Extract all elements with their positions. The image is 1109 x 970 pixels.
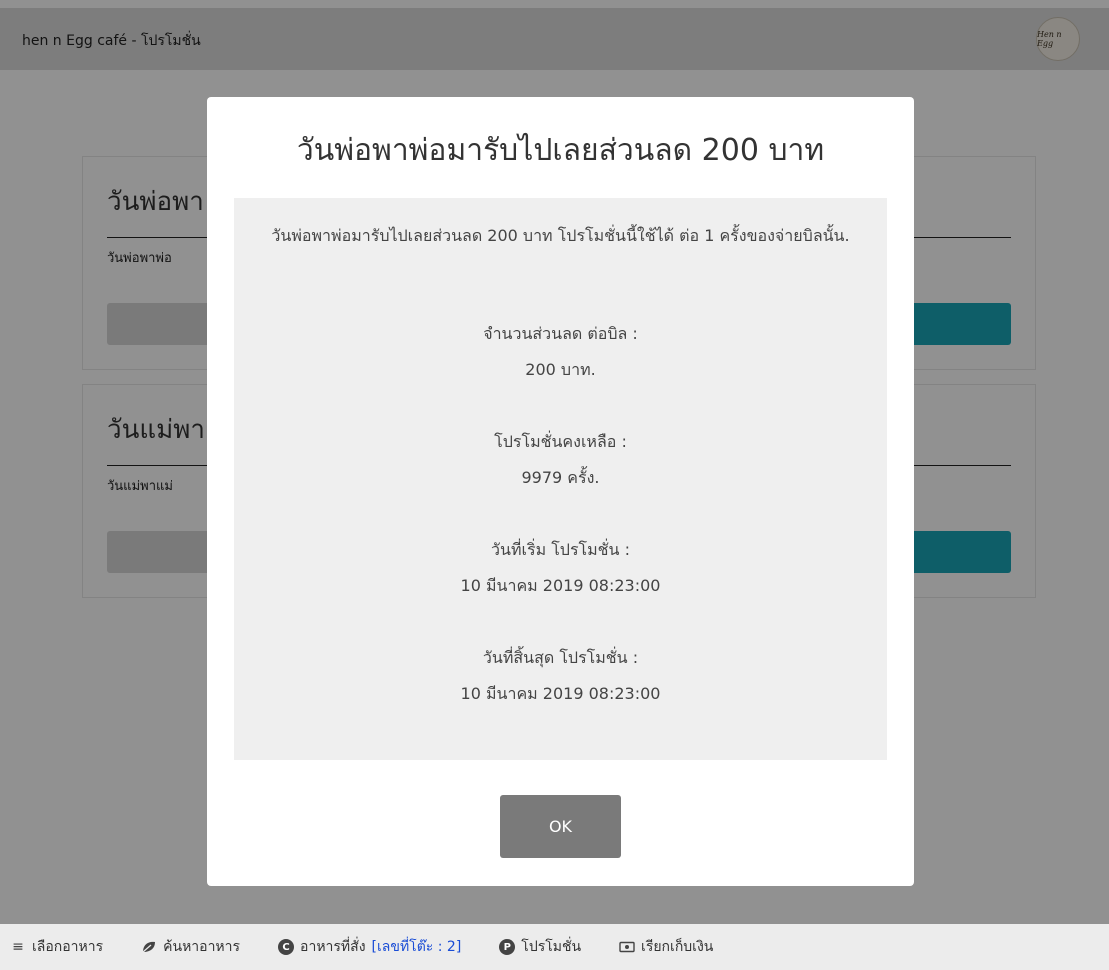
discount-label: จำนวนส่วนลด ต่อบิล : — [483, 324, 638, 343]
start-date-label: วันที่เริ่ม โปรโมชั่น : — [491, 540, 630, 559]
remaining-label: โปรโมชั่นคงเหลือ : — [494, 432, 627, 451]
bottom-nav: ≡ เลือกอาหาร ค้นหาอาหาร C อาหารที่สั่ง [… — [0, 924, 1109, 970]
end-date-value: 10 มีนาคม 2019 08:23:00 — [460, 684, 661, 703]
ok-button[interactable]: OK — [500, 795, 621, 858]
remaining-value: 9979 ครั้ง. — [521, 468, 600, 487]
nav-label: อาหารที่สั่ง — [300, 939, 366, 955]
dialog-title: วันพ่อพาพ่อมารับไปเลยส่วนลด 200 บาท — [296, 133, 825, 168]
nav-label: โปรโมชั่น — [521, 939, 582, 955]
nav-item-promotion[interactable]: P โปรโมชั่น — [499, 936, 581, 958]
hamburger-icon: ≡ — [12, 939, 24, 955]
nav-item-search[interactable]: ค้นหาอาหาร — [141, 936, 240, 958]
nav-item-ordered[interactable]: C อาหารที่สั่ง [เลขที่โต๊ะ : 2] — [278, 936, 461, 958]
nav-label: เรียกเก็บเงิน — [641, 939, 714, 955]
promotion-description: วันพ่อพาพ่อมารับไปเลยส่วนลด 200 บาท โปรโ… — [271, 226, 850, 245]
nav-item-menu[interactable]: ≡ เลือกอาหาร — [10, 936, 103, 958]
table-number: [เลขที่โต๊ะ : 2] — [371, 939, 462, 955]
dialog-body: วันพ่อพาพ่อมารับไปเลยส่วนลด 200 บาท โปรโ… — [234, 198, 887, 760]
start-date-value: 10 มีนาคม 2019 08:23:00 — [460, 576, 661, 595]
p-circle-icon: P — [499, 939, 516, 955]
discount-value: 200 บาท. — [525, 360, 596, 379]
money-icon — [619, 939, 635, 955]
nav-item-checkout[interactable]: เรียกเก็บเงิน — [619, 936, 713, 958]
nav-label: เลือกอาหาร — [32, 939, 104, 955]
end-date-label: วันที่สิ้นสุด โปรโมชั่น : — [482, 648, 639, 667]
promotion-dialog: วันพ่อพาพ่อมารับไปเลยส่วนลด 200 บาท วันพ… — [207, 97, 914, 886]
leaf-icon — [141, 939, 157, 955]
c-circle-icon: C — [278, 939, 295, 955]
nav-label: ค้นหาอาหาร — [163, 939, 241, 955]
